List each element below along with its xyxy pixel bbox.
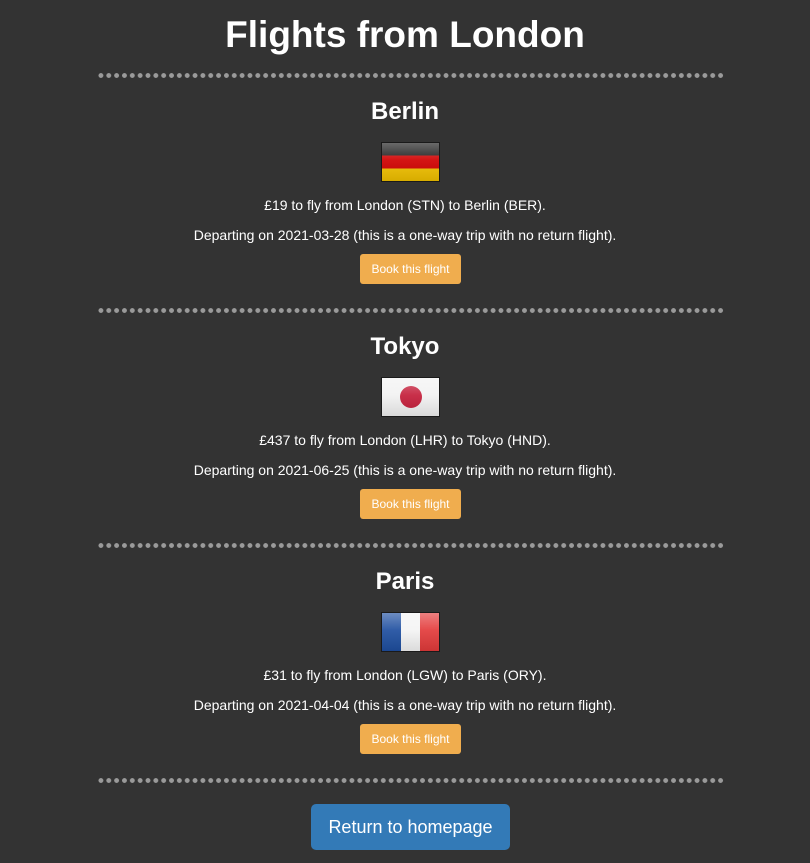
return-to-homepage-button[interactable]: Return to homepage xyxy=(311,804,510,850)
flight-card-paris: Paris £31 to fly from London (LGW) to Pa… xyxy=(0,567,810,767)
flight-card-tokyo: Tokyo £437 to fly from London (LHR) to T… xyxy=(0,332,810,532)
price-route-text: £31 to fly from London (LGW) to Paris (O… xyxy=(263,667,547,683)
dotted-divider xyxy=(97,543,725,548)
dotted-divider xyxy=(97,73,725,78)
dotted-divider xyxy=(97,778,725,783)
book-flight-button[interactable]: Book this flight xyxy=(360,489,461,519)
departure-text: Departing on 2021-03-28 (this is a one-w… xyxy=(193,227,617,243)
city-name: Tokyo xyxy=(370,333,440,360)
japan-flag-icon xyxy=(381,377,440,417)
flights-page: Flights from London Berlin £19 to fly fr… xyxy=(0,0,810,863)
departure-text: Departing on 2021-04-04 (this is a one-w… xyxy=(193,697,617,713)
city-name: Paris xyxy=(375,568,435,595)
price-route-text: £19 to fly from London (STN) to Berlin (… xyxy=(264,197,546,213)
flight-card-berlin: Berlin £19 to fly from London (STN) to B… xyxy=(0,97,810,297)
city-name: Berlin xyxy=(370,98,439,125)
departure-text: Departing on 2021-06-25 (this is a one-w… xyxy=(193,462,617,478)
page-title: Flights from London xyxy=(225,14,585,55)
germany-flag-icon xyxy=(381,142,440,182)
dotted-divider xyxy=(97,308,725,313)
france-flag-icon xyxy=(381,612,440,652)
book-flight-button[interactable]: Book this flight xyxy=(360,254,461,284)
price-route-text: £437 to fly from London (LHR) to Tokyo (… xyxy=(259,432,551,448)
book-flight-button[interactable]: Book this flight xyxy=(360,724,461,754)
